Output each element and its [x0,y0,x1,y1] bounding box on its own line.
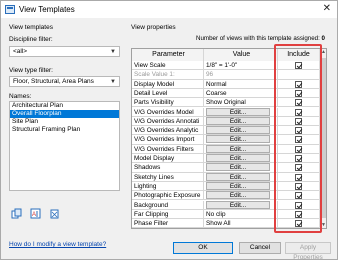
value-cell: Edit... [204,126,278,136]
list-item[interactable]: Structural Framing Plan [10,126,119,134]
value-cell[interactable]: Coarse [204,88,278,98]
list-item[interactable]: Architectural Plan [10,102,119,110]
view-type-filter-select[interactable]: Floor, Structural, Area Plans ▼ [9,76,120,87]
cancel-button[interactable]: Cancel [239,242,281,254]
parameter-cell: Photographic Exposure [132,191,204,201]
parameter-cell: Far Clipping [132,209,204,219]
parameter-column-header: Parameter [132,49,204,61]
value-cell[interactable]: 1/8" = 1'-0" [204,61,278,70]
app-icon [5,5,15,14]
parameter-cell: Sketchy Lines [132,172,204,182]
value-cell[interactable]: Show All [204,219,278,228]
edit-button[interactable]: Edit... [206,154,270,162]
value-cell: Edit... [204,154,278,163]
discipline-filter-value: <all> [13,48,28,55]
window-title: View Templates [19,5,75,14]
value-cell: 96 [204,70,278,80]
value-cell: Edit... [204,144,278,154]
chevron-down-icon: ▼ [110,79,116,85]
value-cell: Edit... [204,163,278,173]
list-item[interactable]: Site Plan [10,118,119,126]
parameter-cell: V/G Overrides Annotati [132,116,204,126]
view-templates-dialog: View Templates ✕ View templates Discipli… [0,0,338,260]
view-type-filter-value: Floor, Structural, Area Plans [13,78,94,85]
assigned-count-label: Number of views with this template assig… [196,35,320,42]
names-label: Names: [9,93,32,100]
edit-button[interactable]: Edit... [206,144,270,153]
edit-button[interactable]: Edit... [206,163,270,172]
edit-button[interactable]: Edit... [206,135,270,144]
parameter-cell: Display Model [132,79,204,89]
parameter-cell: V/G Overrides Import [132,135,204,145]
assigned-count: Number of views with this template assig… [196,35,325,42]
edit-button[interactable]: Edit... [206,191,270,200]
list-item[interactable]: Overall Floorplan [10,110,119,118]
value-cell: Edit... [204,116,278,126]
parameter-cell: Scale Value 1: [132,70,204,80]
value-cell: Edit... [204,107,278,117]
edit-button[interactable]: Edit... [206,107,270,116]
edit-button[interactable]: Edit... [206,116,270,125]
value-cell: Edit... [204,200,278,210]
parameter-cell: Background [132,200,204,210]
discipline-filter-select[interactable]: <all> ▼ [9,46,120,57]
include-column-highlight [274,44,322,233]
edit-button[interactable]: Edit... [206,200,270,209]
parameter-cell: V/G Overrides Model [132,107,204,117]
value-cell: Edit... [204,191,278,201]
value-cell: Edit... [204,172,278,182]
assigned-count-value: 0 [321,35,325,42]
parameter-cell: Shadows [132,163,204,173]
parameter-cell: V/G Overrides Filters [132,144,204,154]
parameter-cell: Phase Filter [132,219,204,228]
help-link[interactable]: How do I modify a view template? [9,241,106,248]
parameter-cell: View Scale [132,61,204,70]
value-cell: Edit... [204,181,278,191]
view-properties-section-label: View properties [131,24,176,31]
close-icon[interactable]: ✕ [323,3,331,14]
parameter-cell: V/G Overrides Analytic [132,126,204,136]
value-cell[interactable]: No clip [204,209,278,219]
parameter-cell: Lighting [132,181,204,191]
apply-properties-button[interactable]: Apply Properties [285,242,331,260]
edit-button[interactable]: Edit... [206,181,270,190]
title-bar: View Templates ✕ [1,1,337,18]
svg-text:A: A [32,212,36,218]
parameter-cell: Detail Level [132,88,204,98]
parameter-cell: Parts Visibility [132,98,204,108]
value-cell[interactable]: Normal [204,79,278,89]
parameter-cell: Model Display [132,154,204,163]
template-names-list[interactable]: Architectural Plan Overall Floorplan Sit… [9,101,120,191]
view-type-filter-label: View type filter: [9,67,53,74]
value-cell[interactable]: Show Original [204,98,278,108]
rename-icon[interactable]: A [30,208,41,219]
edit-button[interactable]: Edit... [206,172,270,181]
edit-button[interactable]: Edit... [206,126,270,135]
delete-icon[interactable] [49,208,60,219]
value-column-header: Value [204,49,278,61]
value-cell: Edit... [204,135,278,145]
duplicate-icon[interactable] [11,208,22,219]
discipline-filter-label: Discipline filter: [9,36,53,43]
chevron-down-icon: ▼ [110,49,116,55]
ok-button[interactable]: OK [173,242,233,254]
view-templates-section-label: View templates [9,24,53,31]
